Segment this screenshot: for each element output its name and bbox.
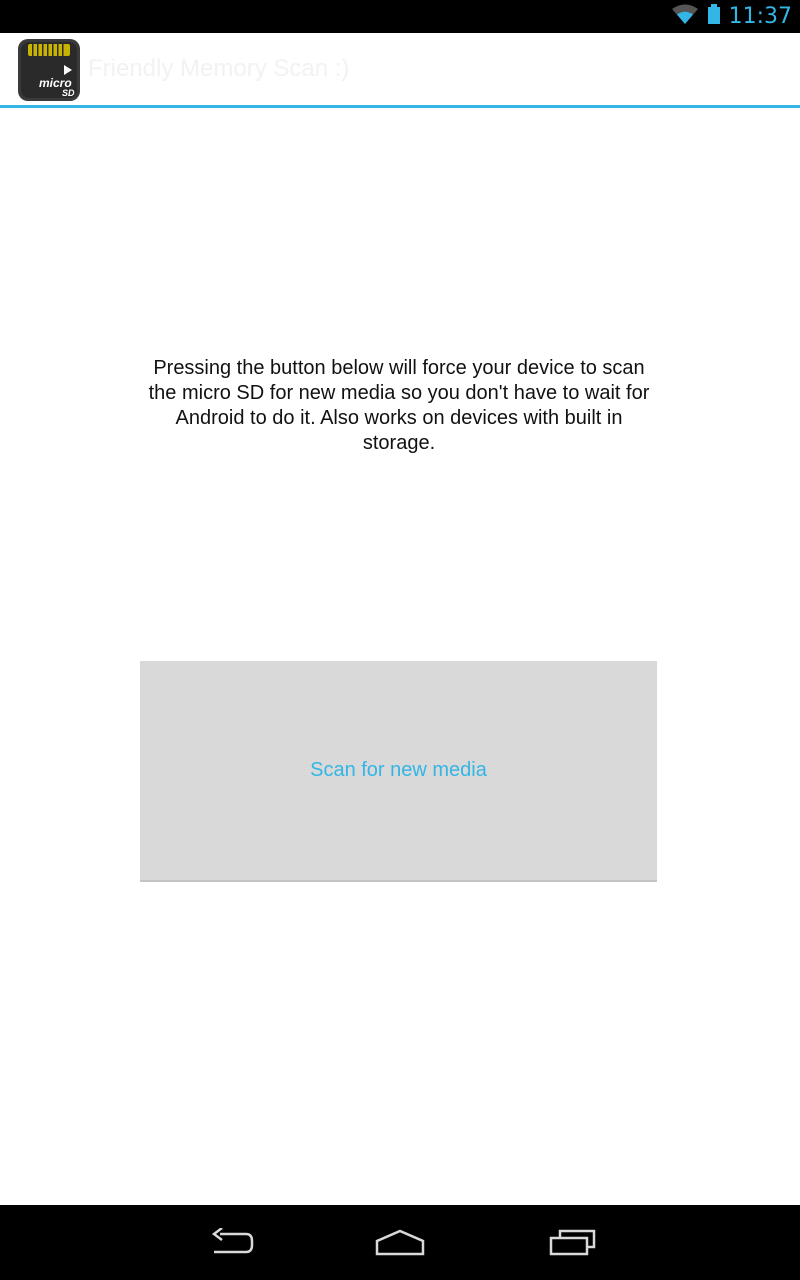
description-text: Pressing the button below will force you… [148, 357, 650, 454]
status-icons: 11:37 [671, 0, 792, 33]
home-icon[interactable] [370, 1221, 430, 1265]
status-time: 11:37 [728, 4, 792, 29]
scan-for-new-media-button[interactable]: Scan for new media [140, 661, 657, 882]
svg-text:SD: SD [62, 88, 75, 98]
app-title: Friendly Memory Scan :) [88, 55, 350, 82]
status-bar: 11:37 [0, 0, 800, 33]
navigation-bar [0, 1205, 800, 1280]
recent-apps-icon[interactable] [542, 1221, 602, 1265]
wifi-icon [671, 3, 699, 30]
back-icon[interactable] [200, 1221, 260, 1265]
micro-sd-icon[interactable]: micro SD [18, 39, 80, 101]
action-bar: micro SD Friendly Memory Scan :) [0, 33, 800, 108]
battery-icon [707, 3, 721, 30]
